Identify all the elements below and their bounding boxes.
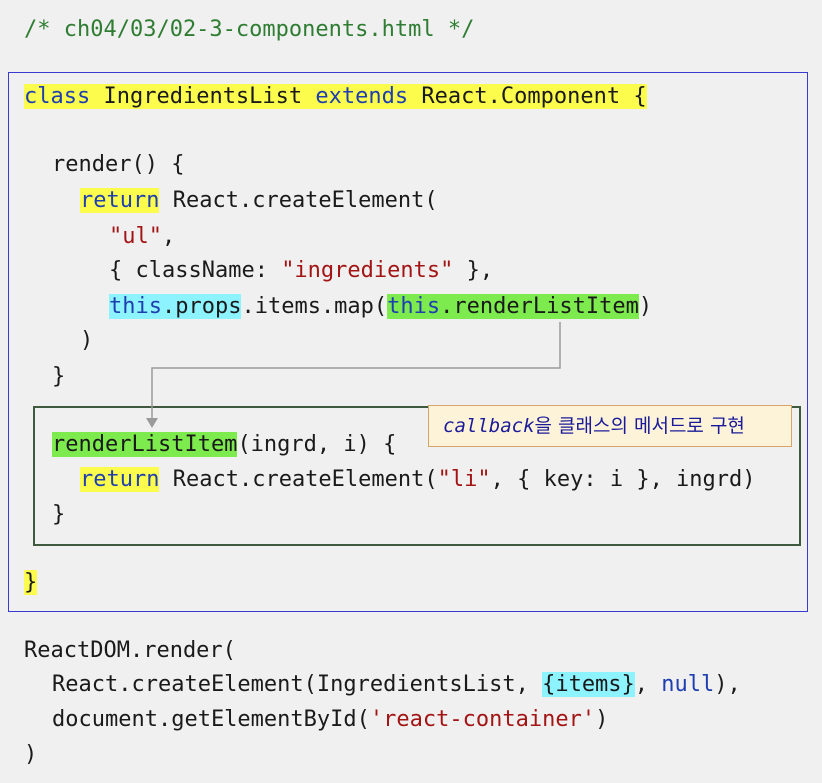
null-keyword: null <box>661 672 715 697</box>
create-element-close-paren: ), <box>714 672 741 697</box>
container-id-string: 'react-container' <box>369 707 596 732</box>
reactdom-create-element: React.createElement(IngredientsList, <box>52 672 543 697</box>
reactdom-render-line: ReactDOM.render( <box>24 638 236 663</box>
get-element-by-id-call: document.getElementById( <box>52 707 370 732</box>
arrow-head-icon <box>146 418 158 428</box>
get-element-by-id-line: document.getElementById('react-container… <box>52 705 608 735</box>
reactdom-render-close: ) <box>24 742 38 767</box>
get-element-close: ) <box>595 707 609 732</box>
connector-line <box>151 322 561 420</box>
reactdom-create-element-line: React.createElement(IngredientsList, {it… <box>52 670 741 700</box>
items-arg: {items} <box>542 672 635 697</box>
items-comma: , <box>634 672 662 697</box>
